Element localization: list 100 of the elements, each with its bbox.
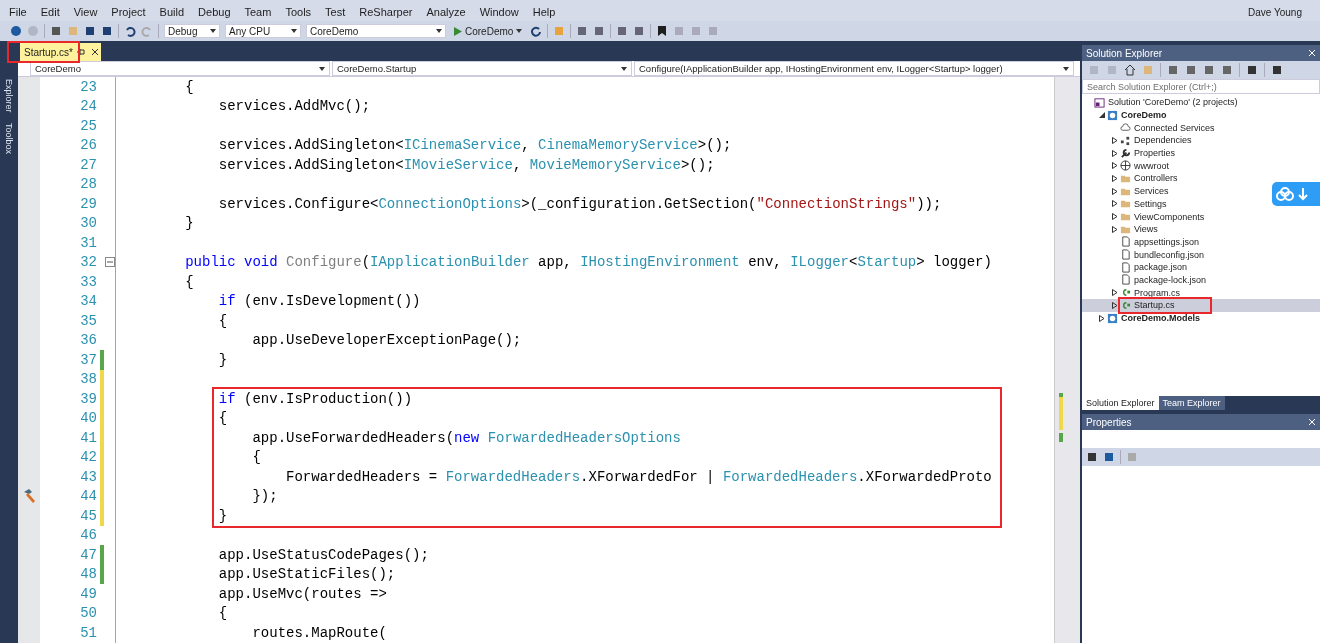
code-line: public void Configure(IApplicationBuilder app, IHostingEnvironment env, ILogger<Startup> logger) [184,254,992,271]
panel-title: Solution Explorer [1086,47,1163,59]
menu-item[interactable]: File [2,6,34,18]
menu-item[interactable]: ReSharper [352,6,420,18]
caret-icon [1063,66,1069,71]
code-line: }); [251,488,278,505]
tree-item[interactable]: CoreDemo.Models [1082,311,1320,325]
collapsed-arrow-icon[interactable] [1112,174,1118,182]
tree-item[interactable]: bundleconfig.json [1082,248,1320,261]
menu-item[interactable]: Analyze [419,6,473,18]
code-line: routes.MapRoute( [251,624,387,641]
tree-item[interactable]: package-lock.json [1082,273,1320,287]
panel-tab[interactable]: Solution Explorer [1082,396,1159,410]
bookmark-icon[interactable] [656,25,669,37]
line-number: 40 [79,410,97,427]
collapsed-arrow-icon[interactable] [1112,200,1118,208]
configuration-dropdown[interactable]: Debug [164,24,220,38]
line-number: 44 [79,488,97,505]
collapsed-arrow-icon[interactable] [1112,149,1118,157]
code-line: app.UseStatusCodePages(); [217,546,429,563]
project-dropdown[interactable]: CoreDemo [30,61,330,76]
line-number: 32 [79,254,97,271]
line-number: 29 [79,195,97,212]
platform-dropdown[interactable]: Any CPU [225,24,301,38]
menu-item[interactable]: Project [104,6,153,18]
tree-item[interactable]: Connected Services [1082,121,1320,135]
user-name[interactable]: Dave Young [1248,7,1302,18]
collapsed-arrow-icon[interactable] [1112,162,1118,170]
panel-title: Properties [1086,416,1132,428]
collapsed-arrow-icon[interactable] [1112,289,1118,297]
document-tab[interactable]: Startup.cs* [20,43,89,61]
menu-item[interactable]: Help [525,6,563,18]
collapsed-arrow-icon[interactable] [1112,301,1118,309]
collapsed-arrow-icon[interactable] [1112,213,1118,221]
collapse-icon[interactable] [104,257,115,268]
cloud-icon [1120,122,1131,134]
side-tab[interactable]: Toolbox [4,122,14,154]
panel-tab[interactable]: Team Explorer [1158,396,1225,410]
tree-item[interactable]: Startup.cs [1082,299,1320,312]
refresh-icon[interactable] [530,25,543,37]
menu-item[interactable]: Window [472,6,526,18]
line-number: 49 [79,585,97,602]
menu-item[interactable]: View [66,6,105,18]
code-line: if (env.IsDevelopment()) [217,293,421,310]
tree-item[interactable]: Dependencies [1082,134,1320,147]
close-icon[interactable] [1308,49,1316,57]
line-number: 41 [79,429,97,446]
side-tab[interactable]: Explorer [4,79,14,113]
code-line: } [184,215,194,232]
solution-icon [1094,96,1105,108]
tree-item[interactable]: Solution 'CoreDemo' (2 projects) [1082,96,1320,109]
file-icon [1120,236,1131,248]
tree-item[interactable]: appsettings.json [1082,235,1320,249]
folder-icon [1120,198,1131,210]
line-number: 30 [79,215,97,232]
menu-item[interactable]: Tools [278,6,319,18]
download-icon [1298,187,1308,201]
startup-project-dropdown[interactable]: CoreDemo [306,24,446,38]
line-number: 39 [79,390,97,407]
tree-item[interactable]: Properties [1082,146,1320,160]
tree-item[interactable]: CoreDemo [1082,108,1320,122]
close-icon[interactable] [1308,418,1316,426]
tree-item[interactable]: Settings [1082,197,1320,211]
line-number: 33 [79,273,97,290]
collapsed-arrow-icon[interactable] [1112,136,1118,144]
search-field[interactable]: Search Solution Explorer (Ctrl+;) [1082,79,1320,94]
line-number: 25 [79,117,97,134]
code-line: services.AddSingleton<IMovieService, MovieMemoryService>(); [217,156,715,173]
tree-item[interactable]: Controllers [1082,172,1320,185]
code-line: services.AddSingleton<ICinemaService, CinemaMemoryService>(); [217,137,732,154]
tree-item[interactable]: wwwroot [1082,159,1320,173]
pin-icon[interactable] [76,48,85,56]
home-icon[interactable] [1124,64,1136,76]
code-line: app.UseForwardedHeaders(new ForwardedHeadersOptions [251,429,681,446]
tree-item[interactable]: ViewComponents [1082,210,1320,223]
tree-item[interactable]: Program.cs [1082,286,1320,299]
cloud-sync-toast[interactable] [1272,182,1320,206]
menu-item[interactable]: Build [152,6,192,18]
code-line: { [217,410,228,427]
menu-item[interactable]: Debug [191,6,238,18]
type-dropdown[interactable]: CoreDemo.Startup [332,61,632,76]
collapsed-arrow-icon[interactable] [1112,187,1118,195]
tree-item[interactable]: package.json [1082,260,1320,274]
code-editor[interactable] [18,77,1080,643]
run-button[interactable]: CoreDemo [451,25,526,37]
menu-item[interactable]: Team [237,6,279,18]
undo-icon[interactable] [124,25,136,37]
tree-item[interactable]: Views [1082,222,1320,236]
code-line: { [217,605,228,622]
expanded-arrow-icon[interactable] [1099,111,1105,119]
menu-item[interactable]: Test [318,6,353,18]
member-dropdown[interactable]: Configure(IApplicationBuilder app, IHostingEnvironment env, ILogger<Startup> logger) [634,61,1074,76]
project-icon [1107,312,1118,324]
menu-item[interactable]: Edit [33,6,67,18]
line-number: 31 [79,234,97,251]
collapsed-arrow-icon[interactable] [1099,314,1105,322]
vertical-scrollbar[interactable] [1054,77,1080,643]
collapsed-arrow-icon[interactable] [1112,225,1118,233]
code-line: services.AddMvc(); [217,98,371,115]
tree-item[interactable]: Services [1082,184,1320,198]
